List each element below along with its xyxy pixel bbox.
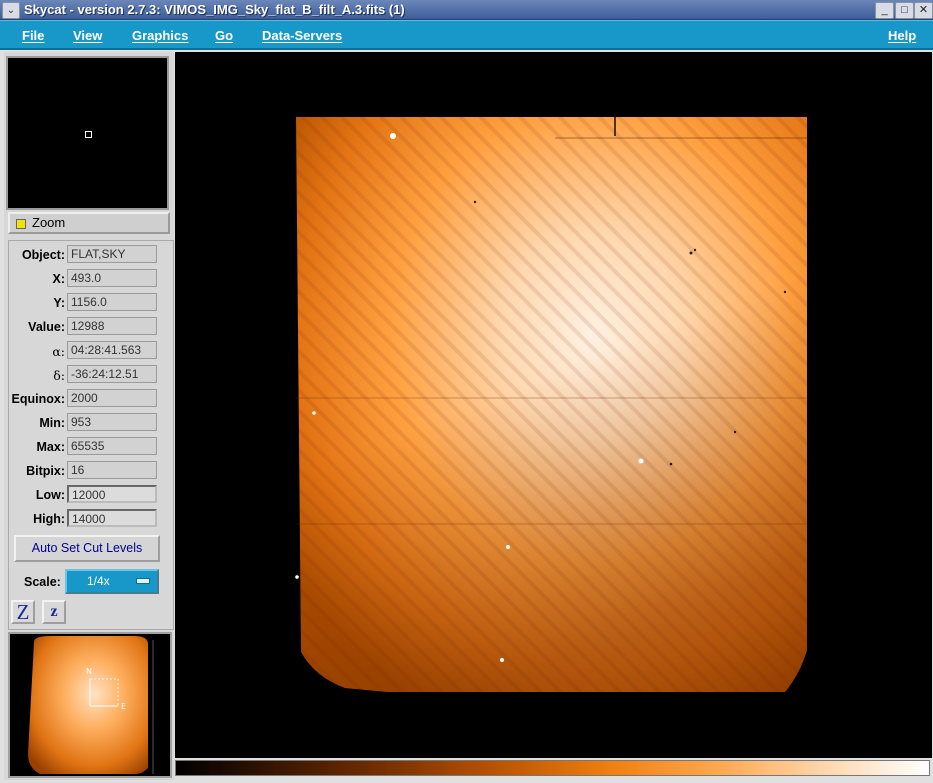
y-field: 1156.0 (67, 293, 157, 311)
info-row-delta: δ: -36:24:12.51 (9, 365, 169, 385)
menu-bar: File View Graphics Go Data-Servers Help (0, 20, 933, 50)
low-label: Low: (35, 488, 65, 502)
menu-go[interactable]: Go (215, 28, 233, 43)
magnifier-view[interactable] (6, 56, 169, 210)
colormap-bar[interactable] (175, 760, 930, 776)
equinox-field: 2000 (67, 389, 157, 407)
high-label: High: (33, 512, 65, 526)
info-row-value: Value: 12988 (9, 317, 169, 337)
fits-image-canvas (295, 114, 807, 692)
alpha-label: α: (52, 344, 65, 359)
bitpix-label: Bitpix: (26, 464, 65, 478)
info-row-low: Low: 12000 (9, 485, 169, 505)
menu-help[interactable]: Help (888, 28, 916, 43)
menu-data-servers[interactable]: Data-Servers (262, 28, 342, 43)
zoom-checkbox-indicator[interactable] (16, 219, 26, 229)
info-row-max: Max: 65535 (9, 437, 169, 457)
minimize-icon[interactable]: _ (875, 2, 894, 19)
info-row-bitpix: Bitpix: 16 (9, 461, 169, 481)
bitpix-field: 16 (67, 461, 157, 479)
x-label: X: (52, 272, 66, 286)
equinox-label: Equinox: (11, 392, 65, 406)
high-cut-input[interactable]: 14000 (67, 509, 157, 527)
info-row-object: Object: FLAT,SKY (9, 245, 169, 265)
delta-field: -36:24:12.51 (67, 365, 157, 383)
min-label: Min: (39, 416, 65, 430)
info-row-y: Y: 1156.0 (9, 293, 169, 313)
alpha-field: 04:28:41.563 (67, 341, 157, 359)
thumbnail-image: N E (28, 636, 154, 774)
scale-label: Scale: (24, 575, 61, 589)
max-field: 65535 (67, 437, 157, 455)
maximize-icon[interactable]: □ (895, 2, 914, 19)
menu-graphics[interactable]: Graphics (132, 28, 188, 43)
cursor-marker (85, 131, 92, 138)
panner-thumbnail[interactable]: N E (8, 632, 172, 778)
menu-view[interactable]: View (73, 28, 102, 43)
image-display[interactable] (175, 52, 932, 758)
info-row-alpha: α: 04:28:41.563 (9, 341, 169, 361)
zoom-out-button[interactable]: z (42, 600, 66, 624)
y-label: Y: (53, 296, 65, 310)
object-label: Object: (21, 248, 65, 262)
low-cut-input[interactable]: 12000 (67, 485, 157, 503)
value-label: Value: (28, 320, 65, 334)
auto-set-cut-levels-button[interactable]: Auto Set Cut Levels (14, 535, 160, 562)
window-titlebar[interactable]: ⌄ Skycat - version 2.7.3: VIMOS_IMG_Sky_… (0, 0, 933, 20)
max-label: Max: (36, 440, 65, 454)
compass-north-label: N (86, 667, 92, 676)
menu-file[interactable]: File (22, 28, 44, 43)
info-row-high: High: 14000 (9, 509, 169, 529)
zoom-in-button[interactable]: Z (11, 600, 35, 624)
object-field: FLAT,SKY (67, 245, 157, 263)
info-row-min: Min: 953 (9, 413, 169, 433)
scale-option-menu[interactable]: 1/4x (65, 569, 159, 594)
delta-label: δ: (53, 368, 65, 383)
compass-east-label: E (121, 702, 126, 711)
info-row-x: X: 493.0 (9, 269, 169, 289)
option-menu-indicator-icon (136, 578, 150, 584)
zoom-toggle[interactable]: Zoom (8, 212, 170, 234)
scale-value: 1/4x (87, 574, 110, 588)
min-field: 953 (67, 413, 157, 431)
window-menu-icon[interactable]: ⌄ (2, 2, 20, 19)
info-row-equinox: Equinox: 2000 (9, 389, 169, 409)
close-icon[interactable]: ✕ (914, 2, 933, 19)
window-title: Skycat - version 2.7.3: VIMOS_IMG_Sky_fl… (24, 2, 405, 17)
value-field: 12988 (67, 317, 157, 335)
zoom-label: Zoom (32, 215, 66, 230)
x-field: 493.0 (67, 269, 157, 287)
